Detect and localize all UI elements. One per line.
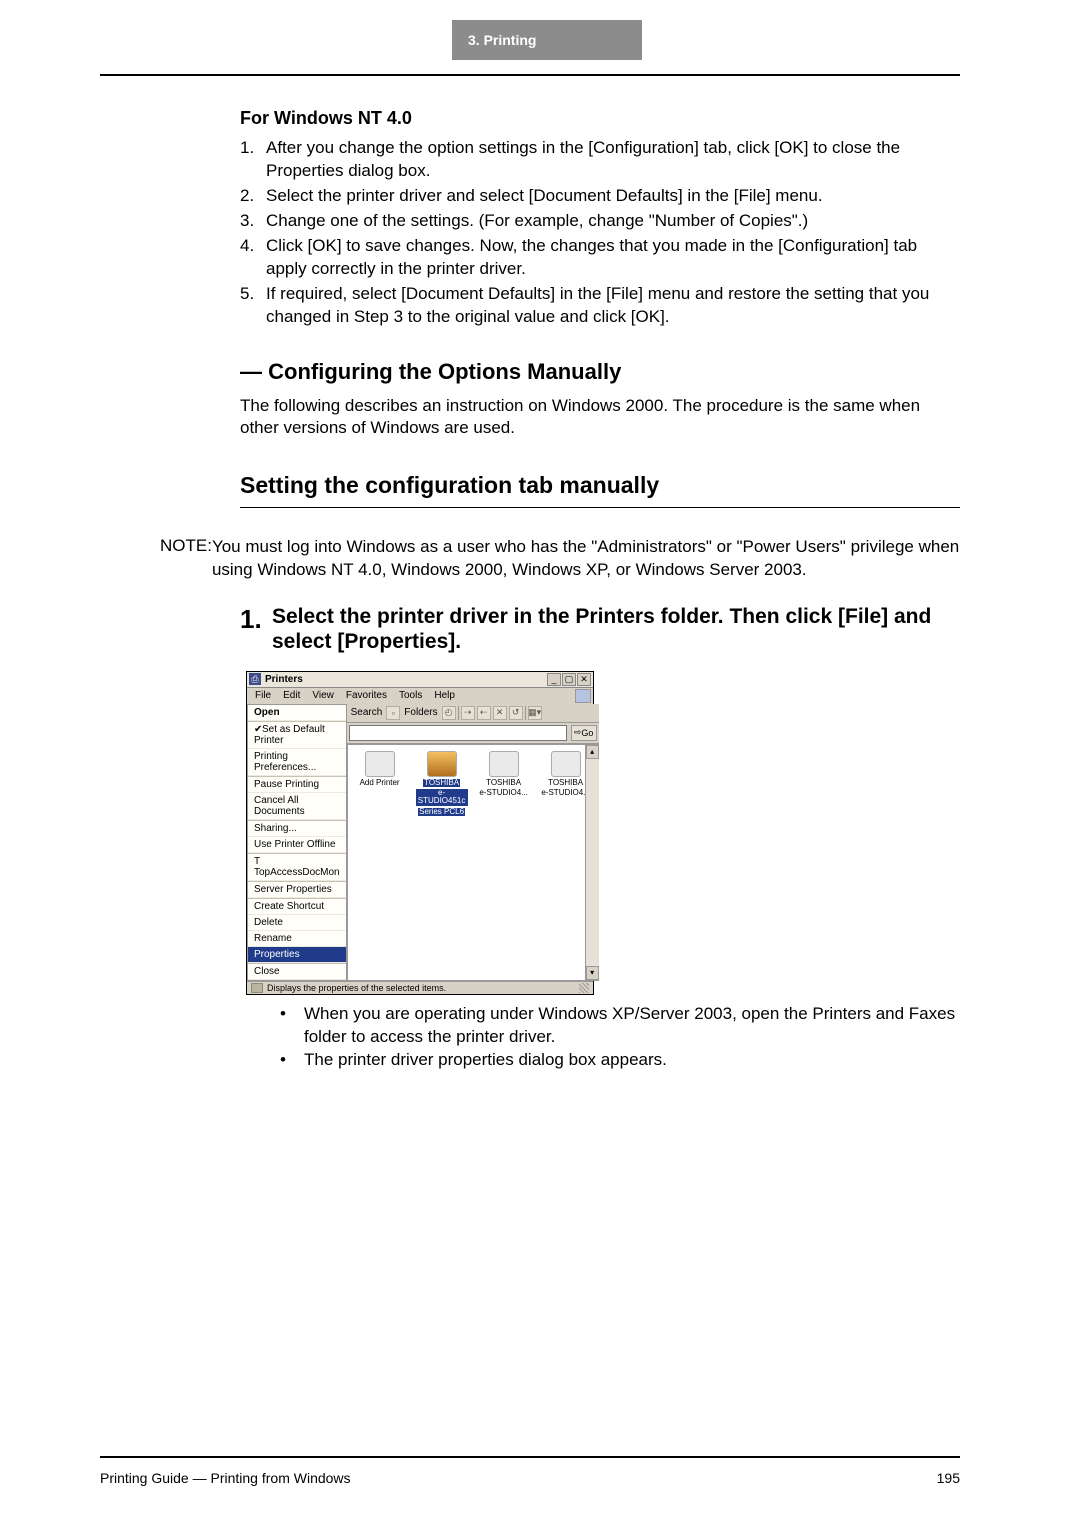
titlebar: ⎙ Printers _ ▢ ✕: [247, 672, 593, 688]
address-input[interactable]: [349, 725, 567, 741]
file-cancel-all[interactable]: Cancel All Documents: [248, 793, 346, 820]
printer3-label-a: TOSHIBA: [548, 779, 583, 787]
address-bar: ⇨Go: [347, 723, 599, 744]
step1-text: Select the printer driver in the Printer…: [272, 604, 960, 654]
bullet-1: When you are operating under Windows XP/…: [304, 1003, 960, 1049]
file-create-shortcut[interactable]: Create Shortcut: [248, 899, 346, 915]
note-label: NOTE:: [160, 536, 212, 582]
history-icon[interactable]: ◴: [442, 706, 456, 720]
scroll-down-icon[interactable]: ▾: [586, 966, 599, 980]
page-number: 195: [937, 1470, 960, 1486]
footer-rule: [100, 1456, 960, 1458]
printers-window: ⎙ Printers _ ▢ ✕ File Edit View Favorite…: [246, 671, 594, 995]
printers-titlebar-icon: ⎙: [249, 673, 261, 685]
top-rule: [100, 74, 960, 76]
printer1-label-c: Series PCL6: [418, 808, 465, 816]
printer-icon: [551, 751, 581, 777]
config-heading: — Configuring the Options Manually: [240, 359, 960, 385]
nt40-item-3: Change one of the settings. (For example…: [266, 210, 960, 233]
toolbar-search[interactable]: Search: [349, 707, 385, 718]
section-rule: [240, 507, 960, 508]
printer-icon: [427, 751, 457, 777]
add-printer-item[interactable]: Add Printer: [354, 751, 406, 974]
nt40-item-4: Click [OK] to save changes. Now, the cha…: [266, 235, 960, 281]
menu-help[interactable]: Help: [428, 689, 461, 702]
status-bar: Displays the properties of the selected …: [247, 981, 593, 994]
folders-icon[interactable]: ▫: [386, 706, 400, 720]
add-printer-icon: [365, 751, 395, 777]
nt40-item-5: If required, select [Document Defaults] …: [266, 283, 960, 329]
toolbar: Search ▫ Folders ◴ ⇢ ⇠ ✕ ↺ ▦▾: [347, 704, 599, 723]
add-printer-label: Add Printer: [360, 779, 400, 787]
status-text: Displays the properties of the selected …: [267, 983, 446, 993]
nt40-heading: For Windows NT 4.0: [240, 108, 960, 129]
file-printing-preferences[interactable]: Printing Preferences...: [248, 749, 346, 776]
menu-view[interactable]: View: [306, 689, 340, 702]
icon-pane: Add Printer TOSHIBA e-STUDIO451c Series …: [347, 744, 599, 981]
printer-item-1[interactable]: TOSHIBA e-STUDIO451c Series PCL6: [416, 751, 468, 974]
menu-favorites[interactable]: Favorites: [340, 689, 393, 702]
file-dropdown: Open ✔Set as Default Printer Printing Pr…: [247, 704, 347, 981]
printer-icon: [489, 751, 519, 777]
file-set-default[interactable]: ✔Set as Default Printer: [248, 722, 346, 749]
file-rename[interactable]: Rename: [248, 931, 346, 947]
window-title: Printers: [265, 674, 303, 685]
menu-tools[interactable]: Tools: [393, 689, 428, 702]
file-sharing[interactable]: Sharing...: [248, 821, 346, 837]
printer2-label-b: e-STUDIO4...: [479, 789, 527, 797]
right-panel: Search ▫ Folders ◴ ⇢ ⇠ ✕ ↺ ▦▾ ⇨: [347, 704, 599, 981]
section-title: Setting the configuration tab manually: [240, 472, 960, 499]
delete-icon[interactable]: ✕: [493, 706, 507, 720]
printer1-label-b: e-STUDIO451c: [416, 789, 468, 806]
maximize-button[interactable]: ▢: [562, 673, 576, 686]
resize-handle[interactable]: [579, 983, 589, 993]
move-to-icon[interactable]: ⇢: [461, 706, 475, 720]
bullet-2: The printer driver properties dialog box…: [304, 1049, 667, 1072]
step1-number: 1.: [240, 604, 272, 654]
printer3-label-b: e-STUDIO4...: [541, 789, 589, 797]
copy-to-icon[interactable]: ⇠: [477, 706, 491, 720]
printer2-label-a: TOSHIBA: [486, 779, 521, 787]
file-open[interactable]: Open: [248, 705, 346, 721]
file-close[interactable]: Close: [248, 964, 346, 980]
menu-file[interactable]: File: [249, 689, 277, 702]
file-properties[interactable]: Properties: [248, 947, 346, 963]
scroll-up-icon[interactable]: ▴: [586, 745, 599, 759]
close-button[interactable]: ✕: [577, 673, 591, 686]
footer-left: Printing Guide — Printing from Windows: [100, 1470, 351, 1486]
menubar: File Edit View Favorites Tools Help: [247, 688, 593, 704]
nt40-item-1: After you change the option settings in …: [266, 137, 960, 183]
status-icon: [251, 983, 263, 993]
file-pause-printing[interactable]: Pause Printing: [248, 777, 346, 793]
go-button[interactable]: ⇨Go: [571, 725, 597, 741]
file-server-properties[interactable]: Server Properties: [248, 882, 346, 898]
menu-edit[interactable]: Edit: [277, 689, 306, 702]
file-delete[interactable]: Delete: [248, 915, 346, 931]
config-para: The following describes an instruction o…: [240, 395, 960, 441]
step1-bullets: •When you are operating under Windows XP…: [280, 1003, 960, 1072]
views-icon[interactable]: ▦▾: [528, 706, 542, 720]
nt40-list: 1.After you change the option settings i…: [240, 137, 960, 329]
printer-item-2[interactable]: TOSHIBA e-STUDIO4...: [478, 751, 530, 974]
throbber-icon: [575, 689, 591, 703]
toolbar-folders[interactable]: Folders: [402, 707, 439, 718]
printer1-label-a: TOSHIBA: [423, 779, 460, 787]
file-topaccess[interactable]: T TopAccessDocMon: [248, 854, 346, 881]
chapter-header: 3. Printing: [452, 20, 642, 60]
scrollbar[interactable]: ▴ ▾: [585, 745, 599, 980]
note-text: You must log into Windows as a user who …: [212, 536, 960, 582]
nt40-item-2: Select the printer driver and select [Do…: [266, 185, 960, 208]
minimize-button[interactable]: _: [547, 673, 561, 686]
undo-icon[interactable]: ↺: [509, 706, 523, 720]
file-use-offline[interactable]: Use Printer Offline: [248, 837, 346, 853]
